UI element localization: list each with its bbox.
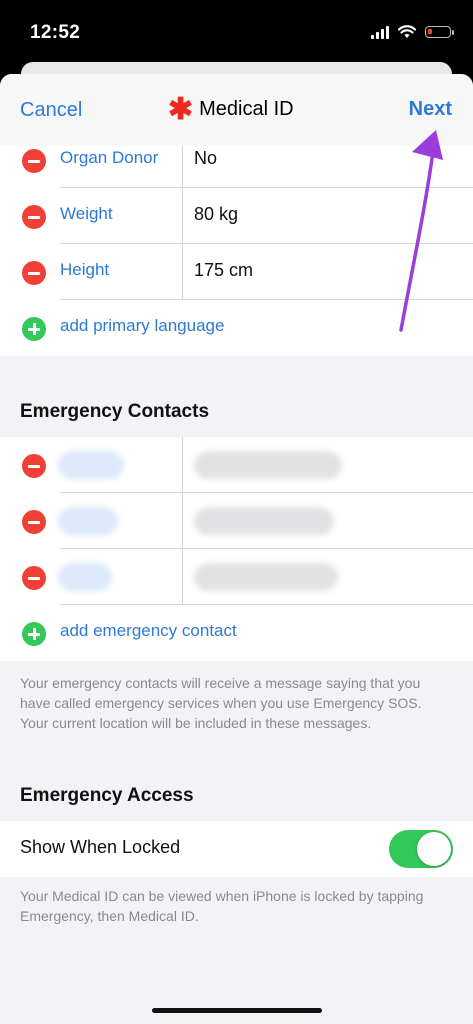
delete-icon[interactable]: [22, 261, 46, 285]
blurred-contact-name: [194, 507, 334, 535]
detail-label: Weight: [60, 204, 113, 223]
phone-screen: 12:52 Cancel ✱ Medical ID Next Organ Don…: [0, 0, 473, 1024]
detail-label: Organ Donor: [60, 148, 159, 167]
cellular-signal-icon: [371, 25, 389, 39]
medical-id-sheet: Cancel ✱ Medical ID Next Organ Donor No …: [0, 74, 473, 1024]
next-button[interactable]: Next: [409, 98, 452, 121]
navigation-bar: Cancel ✱ Medical ID Next: [0, 74, 473, 146]
status-time: 12:52: [30, 22, 81, 43]
delete-icon[interactable]: [22, 454, 46, 478]
delete-icon[interactable]: [22, 205, 46, 229]
blurred-contact-relationship: [58, 507, 118, 535]
show-when-locked-row: Show When Locked: [0, 821, 473, 877]
wifi-icon: [398, 25, 416, 38]
delete-icon[interactable]: [22, 566, 46, 590]
detail-label: Height: [60, 260, 110, 279]
show-when-locked-toggle[interactable]: [389, 830, 453, 868]
delete-icon[interactable]: [22, 510, 46, 534]
add-icon[interactable]: [22, 317, 46, 341]
blurred-contact-relationship: [58, 563, 112, 591]
toggle-knob: [417, 832, 451, 866]
emergency-contacts-group: add emergency contact: [0, 437, 473, 661]
detail-value[interactable]: No: [194, 148, 217, 169]
detail-row-height[interactable]: Height 175 cm: [0, 244, 473, 300]
home-indicator[interactable]: [152, 1008, 322, 1013]
blurred-contact-name: [194, 563, 338, 591]
delete-icon[interactable]: [22, 149, 46, 173]
contact-row[interactable]: [0, 437, 473, 493]
emergency-access-header: Emergency Access: [20, 785, 194, 806]
page-title-text: Medical ID: [199, 98, 294, 120]
add-primary-language-label[interactable]: add primary language: [60, 316, 224, 336]
blurred-contact-relationship: [58, 451, 124, 479]
status-bar: 12:52: [0, 0, 473, 66]
page-title: ✱ Medical ID: [168, 92, 294, 126]
add-primary-language-row[interactable]: add primary language: [0, 300, 473, 356]
add-icon[interactable]: [22, 622, 46, 646]
status-icons: [371, 25, 454, 39]
emergency-access-footnote: Your Medical ID can be viewed when iPhon…: [20, 888, 424, 924]
add-emergency-contact-row[interactable]: add emergency contact: [0, 605, 473, 661]
medical-star-icon: ✱: [168, 92, 194, 126]
show-when-locked-label: Show When Locked: [20, 837, 181, 857]
detail-value[interactable]: 80 kg: [194, 204, 238, 225]
emergency-contacts-header: Emergency Contacts: [20, 401, 210, 422]
detail-row-weight[interactable]: Weight 80 kg: [0, 188, 473, 244]
battery-low-icon: [425, 26, 454, 38]
blurred-contact-name: [194, 451, 342, 479]
contact-row[interactable]: [0, 493, 473, 549]
cancel-button[interactable]: Cancel: [20, 99, 82, 122]
emergency-access-group: Show When Locked: [0, 821, 473, 877]
emergency-contacts-footnote: Your emergency contacts will receive a m…: [20, 675, 422, 731]
details-group: Organ Donor No Weight 80 kg Height 175 c…: [0, 132, 473, 356]
detail-value[interactable]: 175 cm: [194, 260, 253, 281]
add-emergency-contact-label[interactable]: add emergency contact: [60, 621, 237, 641]
contact-row[interactable]: [0, 549, 473, 605]
